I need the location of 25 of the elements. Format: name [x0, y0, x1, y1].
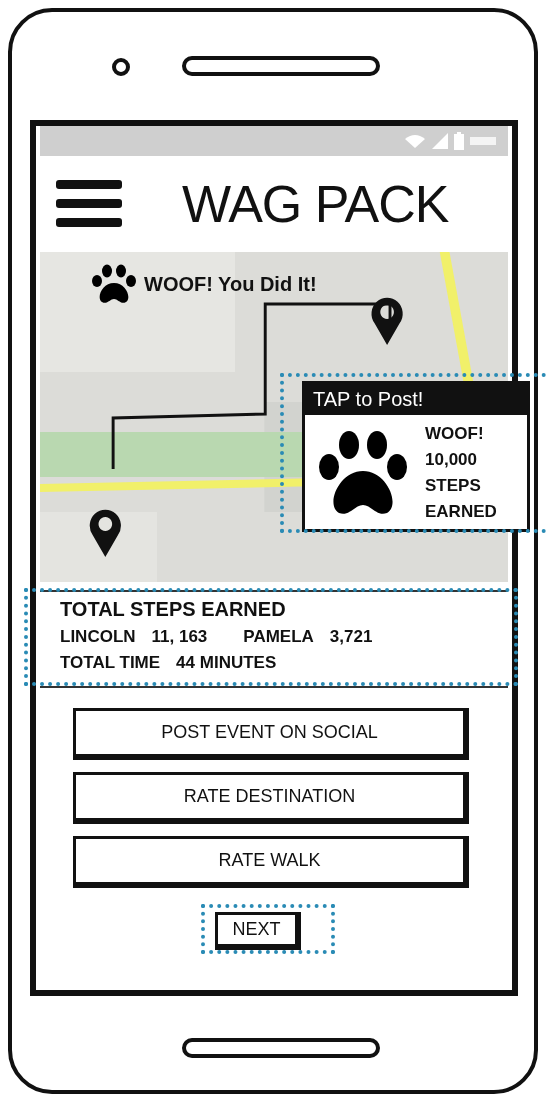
wifi-icon: [404, 134, 426, 148]
post-card[interactable]: TAP to Post! WOOF! 10,000 STEPS EARNED: [302, 381, 530, 532]
menu-icon[interactable]: [56, 178, 122, 230]
card-title: TAP to Post!: [305, 384, 527, 415]
banner-text: WOOF! You Did It!: [144, 272, 317, 296]
step-count: 11, 163: [151, 627, 208, 647]
walker-name: LINCOLN: [60, 627, 136, 647]
action-button[interactable]: RATE DESTINATION: [73, 772, 469, 824]
camera-dot: [112, 58, 130, 76]
card-text: EARNED: [425, 501, 497, 523]
action-button[interactable]: RATE WALK: [73, 836, 469, 888]
step-count: 3,721: [329, 627, 373, 647]
time-label: TOTAL TIME: [60, 653, 161, 673]
paw-icon: [90, 264, 138, 304]
app-title: WAG PACK: [182, 174, 449, 234]
battery-icon: [454, 132, 464, 150]
card-text: WOOF!: [425, 423, 485, 445]
next-button[interactable]: NEXT: [215, 912, 301, 950]
card-text: 10,000: [425, 449, 478, 471]
card-text: STEPS: [425, 475, 482, 497]
action-button[interactable]: POST EVENT ON SOCIAL: [73, 708, 469, 760]
walker-name: PAMELA: [243, 627, 314, 647]
time-value: 44 MINUTES: [176, 653, 277, 673]
signal-icon: [432, 133, 448, 149]
stats-title: TOTAL STEPS EARNED: [60, 598, 287, 621]
